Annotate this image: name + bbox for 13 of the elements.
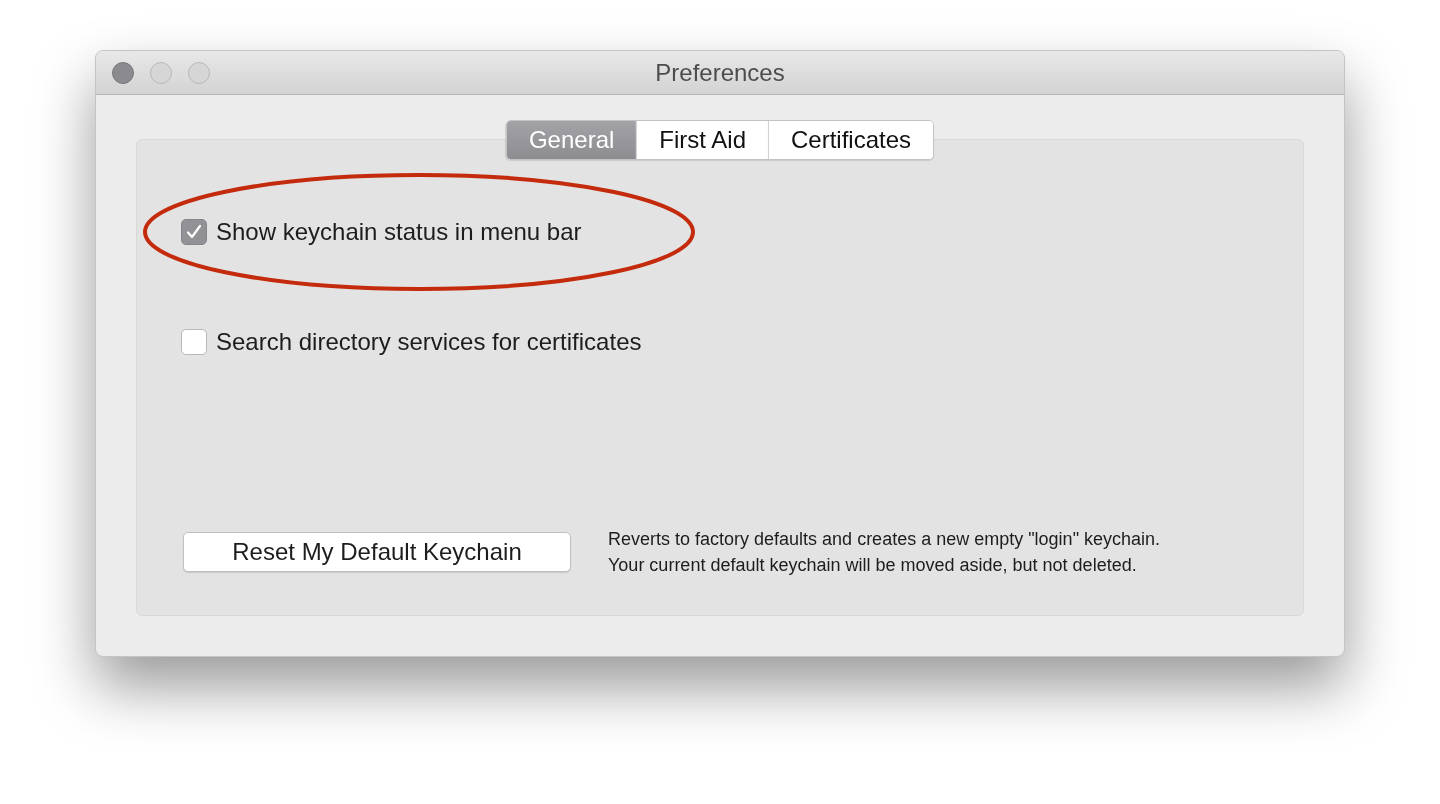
window-title: Preferences <box>655 58 785 87</box>
description-text: Reverts to factory defaults and creates a new empty "login" keychain. <box>608 528 1161 551</box>
close-icon[interactable] <box>112 62 134 84</box>
checkbox-label: Search directory services for certificates <box>216 328 642 356</box>
checkbox[interactable] <box>181 329 207 355</box>
tab[interactable]: First Aid <box>636 121 768 159</box>
reset-keychain-button[interactable]: Reset My Default Keychain <box>183 532 571 572</box>
checkbox-label: Show keychain status in menu bar <box>216 218 582 246</box>
checkbox[interactable] <box>181 219 207 245</box>
minimize-icon[interactable] <box>150 62 172 84</box>
tab[interactable]: Certificates <box>768 121 934 159</box>
description-text: Your current default keychain will be moved aside, but not deleted. <box>608 554 1138 577</box>
zoom-icon[interactable] <box>188 62 210 84</box>
